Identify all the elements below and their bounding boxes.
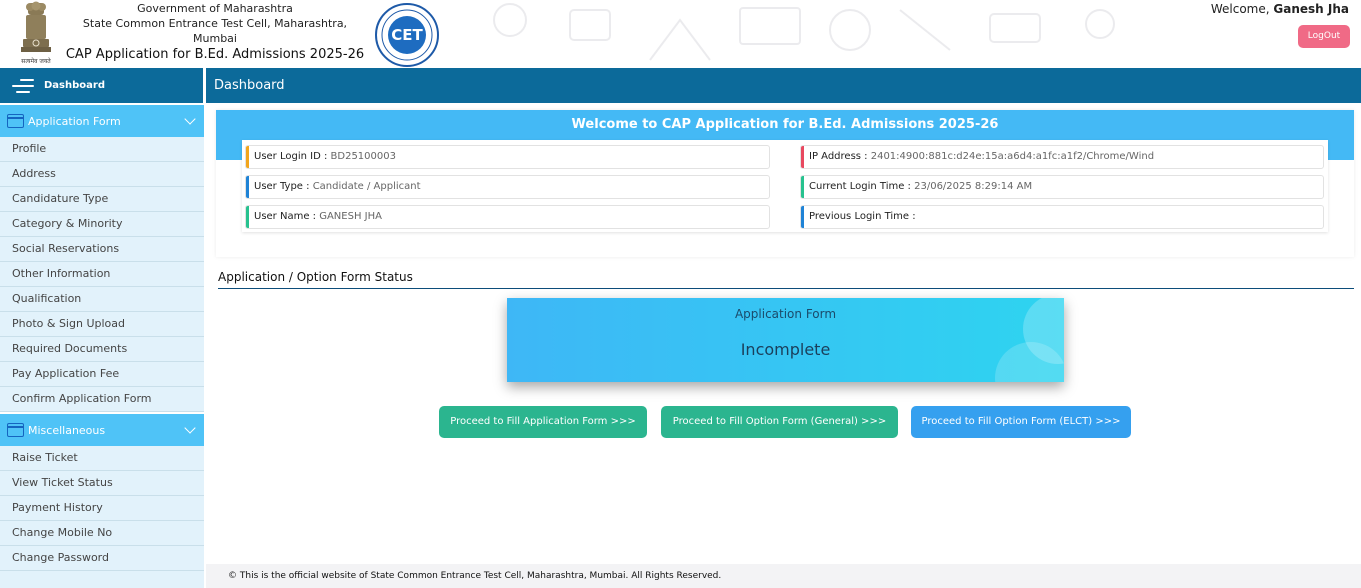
- user-type-value: Candidate / Applicant: [312, 181, 421, 192]
- logout-button[interactable]: LogOut: [1298, 25, 1350, 48]
- welcome-card: Welcome to CAP Application for B.Ed. Adm…: [216, 110, 1354, 257]
- sidebar-item-photo-sign-upload[interactable]: Photo & Sign Upload: [0, 312, 204, 337]
- sidebar: Dashboard Application Form Profile Addre…: [0, 68, 204, 588]
- fill-application-form-button[interactable]: Proceed to Fill Application Form >>>: [439, 406, 647, 438]
- sidebar-item-other-information[interactable]: Other Information: [0, 262, 204, 287]
- main-title-bar: Dashboard: [206, 68, 1361, 103]
- application-title: CAP Application for B.Ed. Admissions 202…: [65, 47, 365, 62]
- header-decoration-icon: [493, 3, 1115, 61]
- sidebar-item-payment-history[interactable]: Payment History: [0, 496, 204, 521]
- ip-address-value: 2401:4900:881c:d24e:15a:a6d4:a1fc:a1f2/C…: [870, 151, 1155, 162]
- sidebar-dashboard[interactable]: Dashboard: [0, 68, 204, 103]
- current-login-field: Current Login Time : 23/06/2025 8:29:14 …: [800, 175, 1324, 199]
- welcome-prefix: Welcome,: [1210, 2, 1270, 16]
- svg-text:सत्यमेव जयते: सत्यमेव जयते: [21, 57, 51, 65]
- header-text-block: Government of Maharashtra State Common E…: [64, 2, 366, 64]
- sidebar-item-change-password[interactable]: Change Password: [0, 546, 204, 571]
- sidebar-item-pay-application-fee[interactable]: Pay Application Fee: [0, 362, 204, 387]
- status-section-title: Application / Option Form Status: [218, 270, 413, 284]
- ip-address-field: IP Address : 2401:4900:881c:d24e:15a:a6d…: [800, 145, 1324, 169]
- svg-text:CET: CET: [391, 26, 423, 44]
- sidebar-item-confirm-application-form[interactable]: Confirm Application Form: [0, 387, 204, 412]
- chevron-down-icon: [184, 113, 196, 125]
- user-type-label: User Type :: [254, 181, 310, 192]
- user-info-panel: User Login ID : BD25100003 User Type : C…: [242, 140, 1328, 232]
- sidebar-section-label: Miscellaneous: [28, 423, 106, 437]
- login-id-value: BD25100003: [330, 151, 396, 162]
- national-emblem-icon: सत्यमेव जयते: [21, 1, 51, 65]
- user-name-field: User Name : GANESH JHA: [245, 205, 770, 229]
- sidebar-item-required-documents[interactable]: Required Documents: [0, 337, 204, 362]
- sidebar-dashboard-label: Dashboard: [44, 80, 105, 91]
- current-login-label: Current Login Time :: [809, 181, 911, 192]
- calendar-icon: [7, 114, 24, 128]
- sidebar-section-application-form[interactable]: Application Form: [0, 105, 204, 137]
- login-id-field: User Login ID : BD25100003: [245, 145, 770, 169]
- sidebar-item-address[interactable]: Address: [0, 162, 204, 187]
- sidebar-item-candidature-type[interactable]: Candidature Type: [0, 187, 204, 212]
- sidebar-item-raise-ticket[interactable]: Raise Ticket: [0, 446, 204, 471]
- user-type-field: User Type : Candidate / Applicant: [245, 175, 770, 199]
- current-login-value: 23/06/2025 8:29:14 AM: [914, 181, 1033, 192]
- user-name-value: GANESH JHA: [319, 211, 382, 222]
- application-status-card: Application Form Incomplete: [507, 298, 1064, 382]
- welcome-user: Welcome, Ganesh Jha: [1211, 2, 1349, 16]
- status-card-label: Application Form: [734, 307, 837, 321]
- cet-logo-icon: CET: [375, 3, 439, 67]
- sidebar-item-qualification[interactable]: Qualification: [0, 287, 204, 312]
- fill-option-form-elct-button[interactable]: Proceed to Fill Option Form (ELCT) >>>: [911, 406, 1131, 438]
- sidebar-item-change-mobile-no[interactable]: Change Mobile No: [0, 521, 204, 546]
- sidebar-item-social-reservations[interactable]: Social Reservations: [0, 237, 204, 262]
- sidebar-section-miscellaneous[interactable]: Miscellaneous: [0, 414, 204, 446]
- sidebar-item-category-minority[interactable]: Category & Minority: [0, 212, 204, 237]
- cet-cell-line: State Common Entrance Test Cell, Maharas…: [82, 17, 348, 45]
- hamburger-menu-icon[interactable]: [12, 78, 34, 93]
- login-id-label: User Login ID :: [254, 151, 328, 162]
- welcome-username: Ganesh Jha: [1273, 2, 1349, 16]
- section-divider: [218, 288, 1354, 289]
- previous-login-label: Previous Login Time :: [809, 211, 916, 222]
- previous-login-field: Previous Login Time :: [800, 205, 1324, 229]
- sidebar-section-label: Application Form: [28, 114, 121, 128]
- sidebar-item-view-ticket-status[interactable]: View Ticket Status: [0, 471, 204, 496]
- welcome-title: Welcome to CAP Application for B.Ed. Adm…: [571, 117, 999, 132]
- sidebar-item-profile[interactable]: Profile: [0, 137, 204, 162]
- status-card-value: Incomplete: [740, 340, 831, 359]
- chevron-down-icon: [184, 422, 196, 434]
- fill-option-form-general-button[interactable]: Proceed to Fill Option Form (General) >>…: [661, 406, 898, 438]
- site-header: सत्यमेव जयते Government of Maharashtra S…: [0, 0, 1361, 68]
- calendar-icon: [7, 423, 24, 437]
- footer: © This is the official website of State …: [206, 564, 1361, 588]
- user-name-label: User Name :: [254, 211, 317, 222]
- ip-address-label: IP Address :: [809, 151, 868, 162]
- government-line: Government of Maharashtra: [137, 2, 293, 15]
